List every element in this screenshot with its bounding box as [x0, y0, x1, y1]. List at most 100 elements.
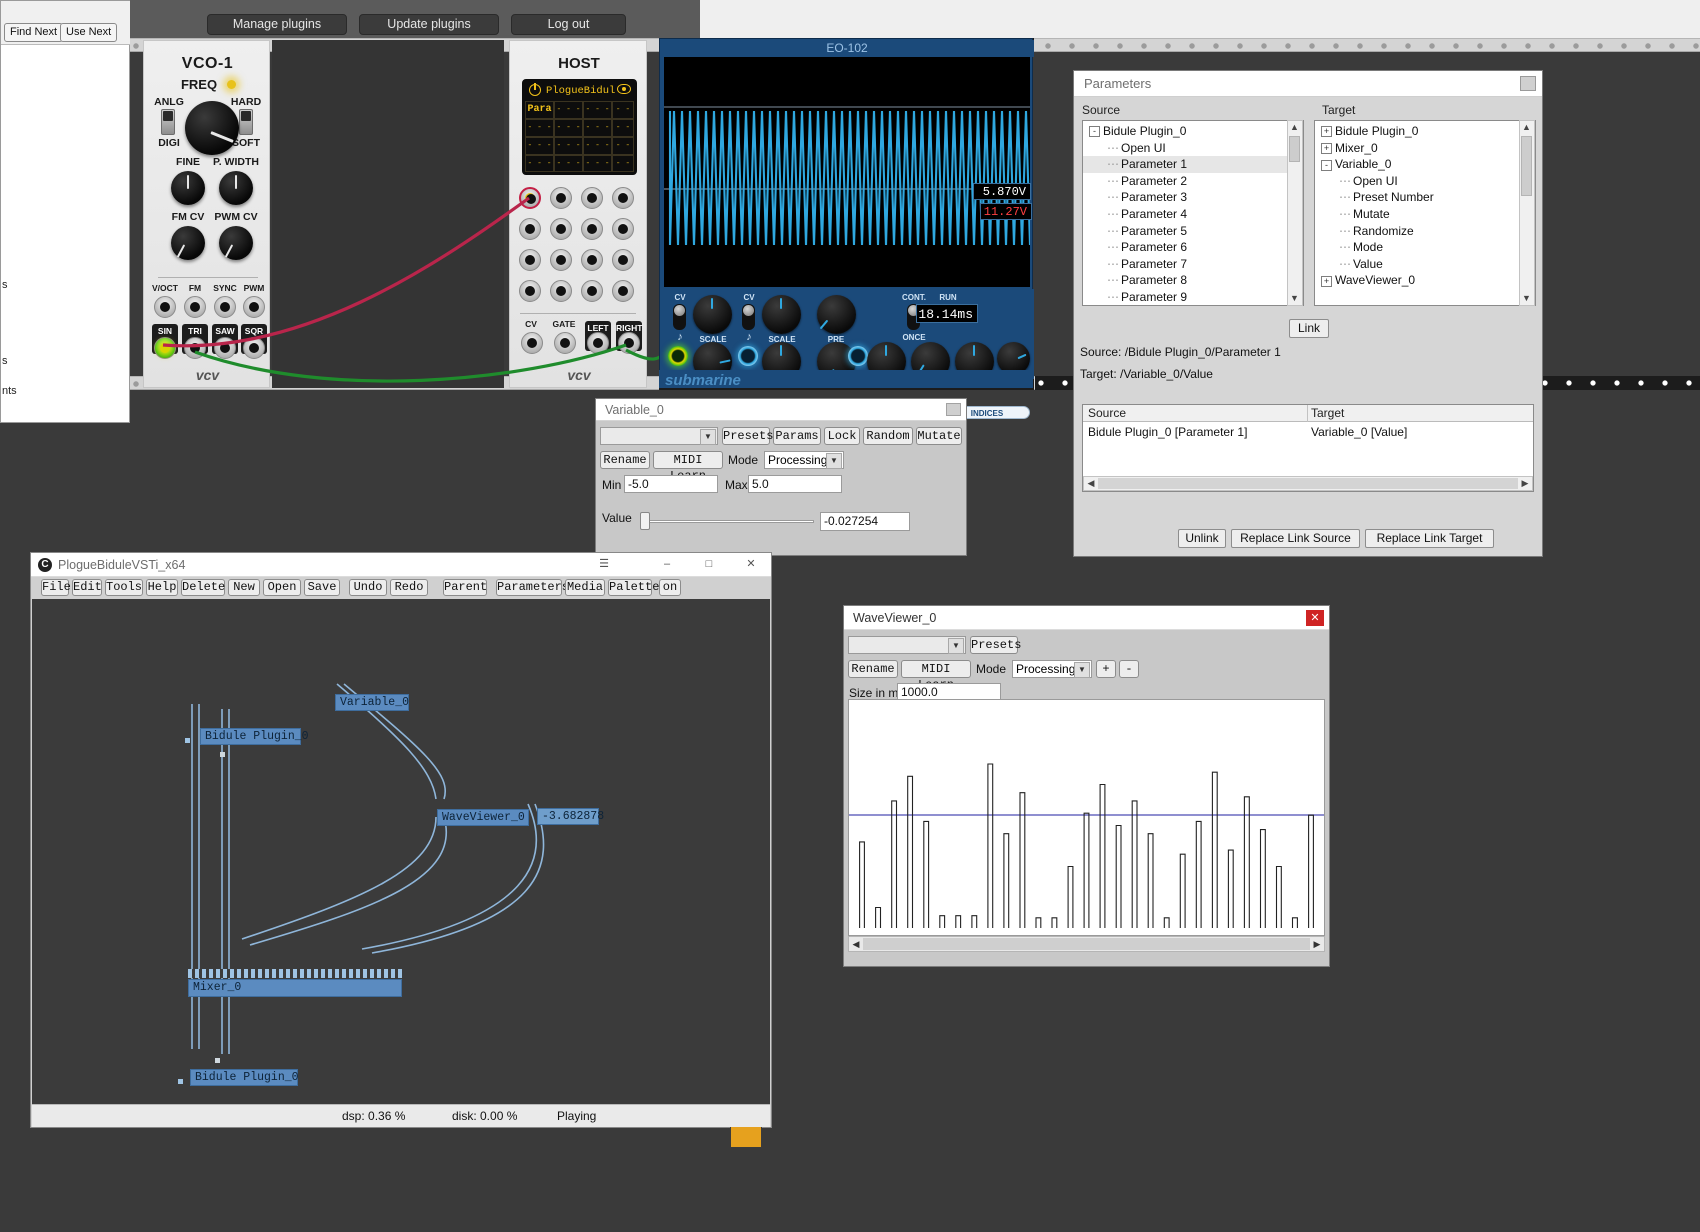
tree-item[interactable]: ⋯ Randomize [1315, 223, 1519, 240]
pwidth-knob[interactable] [219, 171, 253, 205]
tree-item[interactable]: + WaveViewer_0 [1315, 272, 1519, 289]
scroll-left-icon[interactable]: ◀ [1084, 477, 1098, 490]
value-readout[interactable]: -0.027254 [820, 512, 910, 531]
host-jack-0-3[interactable] [612, 187, 634, 209]
host-cell-2-2[interactable]: - - - [583, 137, 612, 155]
hard-soft-switch[interactable] [239, 109, 253, 135]
node-waveviewer-0[interactable]: WaveViewer_0 [437, 809, 529, 826]
scroll-up-icon[interactable]: ▲ [1288, 121, 1301, 134]
tree-item[interactable]: ⋯ Parameter 4 [1083, 206, 1287, 223]
eo102-channel-b-input[interactable] [738, 346, 758, 366]
save-button[interactable]: Save [304, 579, 340, 596]
anlg-digi-switch[interactable] [161, 109, 175, 135]
tree-item[interactable]: ⋯ Open UI [1315, 173, 1519, 190]
scrollbar-thumb-target[interactable] [1521, 136, 1532, 196]
link-button[interactable]: Link [1289, 319, 1329, 338]
tree-item[interactable]: ⋯ Parameter 3 [1083, 189, 1287, 206]
eo102-scale-a-knob[interactable] [693, 295, 732, 334]
host-cell-3-2[interactable]: - - - [583, 155, 612, 172]
rename-button[interactable]: Rename [600, 451, 650, 469]
eo102-channel-a-input[interactable] [668, 346, 688, 366]
waveviewer-midi-learn-button[interactable]: MIDI Learn [901, 660, 971, 692]
host-cell-3-3[interactable]: - - - [612, 155, 634, 172]
host-jack-3-2[interactable] [581, 280, 603, 302]
target-tree-scrollbar[interactable]: ▲ ▼ [1519, 120, 1535, 306]
node-bidule-plugin-0-bottom[interactable]: Bidule Plugin_0 [190, 1069, 299, 1086]
waveviewer-preset-combo[interactable]: ▼ [848, 636, 966, 654]
parameters-dialog[interactable]: Parameters Source Target - Bidule Plugin_… [1073, 70, 1543, 557]
node-variable-0[interactable]: Variable_0 [335, 694, 409, 711]
tree-item[interactable]: ⋯ Parameter 2 [1083, 173, 1287, 190]
chevron-down-icon-mode[interactable]: ▼ [826, 453, 842, 469]
sin-output-jack[interactable] [154, 337, 176, 359]
fmcv-knob[interactable] [171, 226, 205, 260]
hscroll-trough[interactable] [1098, 478, 1518, 489]
tools-button[interactable]: Tools [105, 579, 143, 596]
tri-output-jack[interactable] [184, 337, 206, 359]
lock-button[interactable]: Lock [824, 427, 860, 445]
bidule-main-window[interactable]: C PlogueBiduleVSTi_x64 ☰ – □ ✕ File Edit… [30, 552, 772, 1148]
replace-link-target-button[interactable]: Replace Link Target [1365, 529, 1494, 548]
table-row[interactable]: Bidule Plugin_0 [Parameter 1] Variable_0… [1083, 422, 1533, 476]
host-jack-2-0[interactable] [519, 249, 541, 271]
find-next-button[interactable]: Find Next [4, 23, 64, 42]
pwm-input-jack[interactable] [243, 296, 265, 318]
node-port-out[interactable] [220, 752, 225, 757]
waveviewer-mode-select[interactable]: Processing ▼ [1012, 660, 1092, 678]
source-tree-scrollbar[interactable]: ▲ ▼ [1287, 120, 1303, 306]
voct-input-jack[interactable] [154, 296, 176, 318]
tree-item[interactable]: + Mixer_0 [1315, 140, 1519, 157]
host-cell-2-3[interactable]: - - - [612, 137, 634, 155]
host-jack-3-0[interactable] [519, 280, 541, 302]
vco1-module[interactable]: VCO-1 FREQ ANLG DIGI HARD SOFT FINE P. W… [143, 40, 270, 388]
close-icon-bidule[interactable]: ✕ [743, 557, 759, 572]
tree-item[interactable]: ⋯ Parameter 6 [1083, 239, 1287, 256]
host-jack-0-0[interactable] [519, 187, 541, 209]
log-out-button[interactable]: Log out [511, 14, 626, 35]
eye-icon[interactable] [617, 84, 631, 94]
min-input[interactable]: -5.0 [624, 475, 718, 493]
redo-button[interactable]: Redo [390, 579, 428, 596]
tree-item[interactable]: ⋯ Open UI [1083, 140, 1287, 157]
waveviewer-presets-button[interactable]: Presets [970, 636, 1021, 654]
add-channel-button[interactable]: + [1096, 660, 1116, 678]
sqr-output-jack[interactable] [243, 337, 265, 359]
power-icon[interactable] [529, 83, 541, 96]
open-button[interactable]: Open [263, 579, 301, 596]
waveviewer-plot[interactable] [848, 699, 1325, 936]
host-cell-3-1[interactable]: - - - [554, 155, 583, 172]
host-screen[interactable]: PlogueBidul Para - - - - - - - - - - - -… [522, 79, 637, 175]
unlink-button[interactable]: Unlink [1178, 529, 1226, 548]
collapse-icon[interactable]: - [1089, 126, 1100, 138]
tree-item[interactable]: ⋯ Preset Number [1315, 189, 1519, 206]
tree-item[interactable]: - Bidule Plugin_0 [1083, 123, 1287, 140]
tree-item[interactable]: ⋯ Parameter 7 [1083, 256, 1287, 273]
target-tree[interactable]: + Bidule Plugin_0 + Mixer_0- Variable_0 ⋯ Open… [1314, 120, 1536, 306]
links-table-hscrollbar[interactable]: ◀ ▶ [1083, 476, 1533, 491]
scroll-left-icon-wv[interactable]: ◀ [850, 938, 862, 950]
random-button[interactable]: Random [863, 427, 913, 445]
midi-learn-button[interactable]: MIDI Learn [653, 451, 723, 483]
tree-item[interactable]: ⋯ Mutate [1315, 206, 1519, 223]
hscroll-trough-wv[interactable] [863, 938, 1310, 950]
delete-button[interactable]: Delete [181, 579, 225, 596]
host-jack-1-0[interactable] [519, 218, 541, 240]
params-button[interactable]: Params [773, 427, 821, 445]
host-jack-1-1[interactable] [550, 218, 572, 240]
node-port-in-bottom[interactable] [178, 1079, 183, 1084]
host-jack-2-3[interactable] [612, 249, 634, 271]
expand-icon[interactable]: + [1321, 126, 1332, 138]
minimize-icon[interactable]: – [659, 557, 675, 572]
wave-value-display[interactable]: -3.682878 [537, 808, 604, 825]
host-jack-2-2[interactable] [581, 249, 603, 271]
waveviewer-window[interactable]: WaveViewer_0 ✕ ▼ Presets Rename MIDI Lea… [843, 605, 1330, 967]
host-jack-0-1[interactable] [550, 187, 572, 209]
help-button[interactable]: Help [146, 579, 178, 596]
host-cell-0-2[interactable]: - - - [583, 101, 612, 119]
value-slider-track[interactable] [644, 520, 814, 523]
bidule-patch-canvas[interactable]: Variable_0 Bidule Plugin_0 WaveViewer_0 … [32, 599, 770, 1148]
presets-button[interactable]: Presets [722, 427, 773, 445]
host-jack-1-3[interactable] [612, 218, 634, 240]
host-left-jack[interactable] [587, 332, 609, 354]
host-cell-2-0[interactable]: - - - [525, 137, 554, 155]
